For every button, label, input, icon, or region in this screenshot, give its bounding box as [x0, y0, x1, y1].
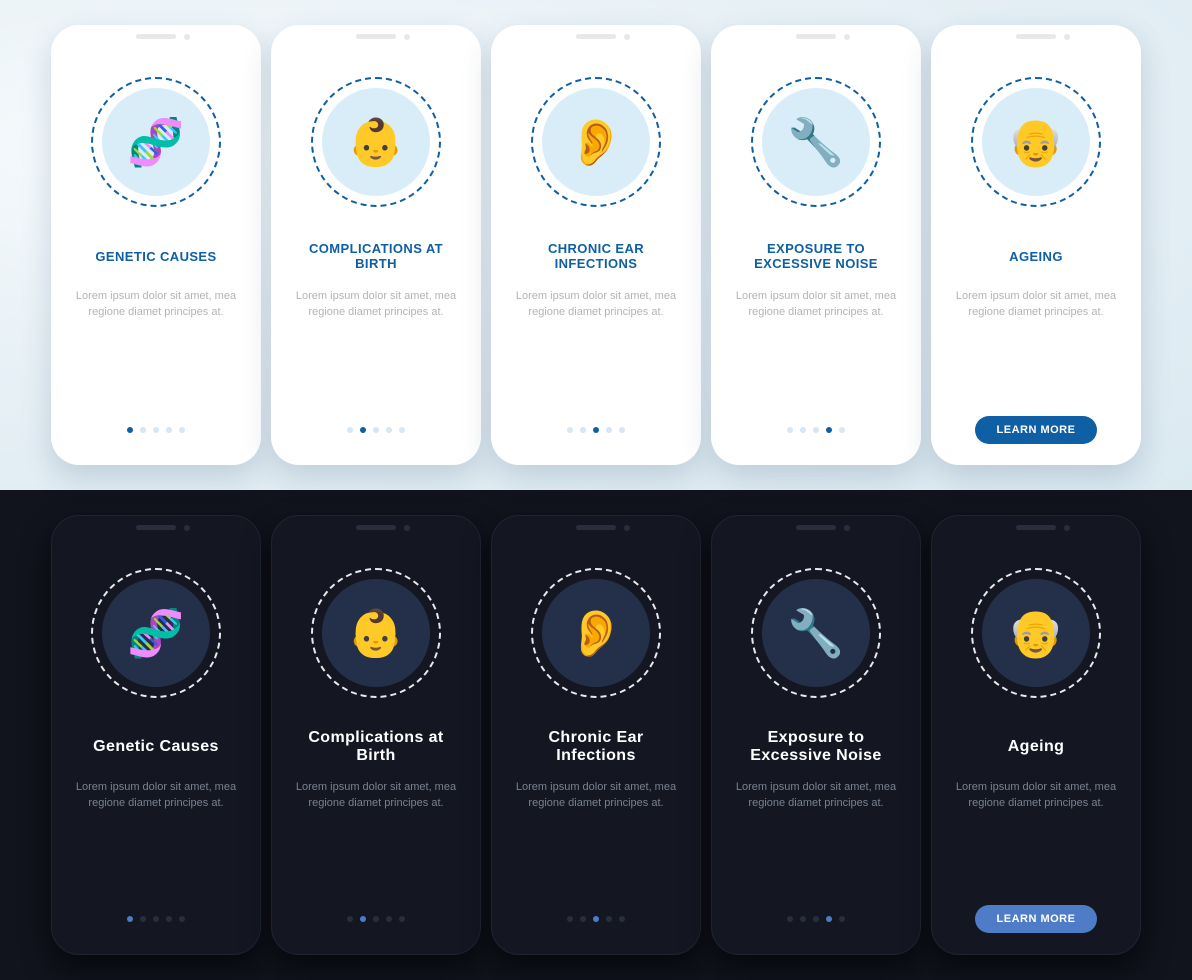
phone-card: 👂 Chronic Ear Infections Lorem ipsum dol…: [491, 515, 701, 955]
phone-card: 👶 COMPLICATIONS AT BIRTH Lorem ipsum dol…: [271, 25, 481, 465]
phone-card: 👂 CHRONIC EAR INFECTIONS Lorem ipsum dol…: [491, 25, 701, 465]
card-body: Lorem ipsum dolor sit amet, mea regione …: [728, 780, 904, 812]
phone-card: 🧬 Genetic Causes Lorem ipsum dolor sit a…: [51, 515, 261, 955]
card-footer: LEARN MORE: [948, 904, 1124, 934]
illustration-circle: 👴: [971, 568, 1101, 698]
page-dots[interactable]: [787, 427, 845, 433]
card-body: Lorem ipsum dolor sit amet, mea regione …: [727, 289, 905, 321]
card-title: EXPOSURE TO EXCESSIVE NOISE: [727, 237, 905, 275]
phone-card: 👴 Ageing Lorem ipsum dolor sit amet, mea…: [931, 515, 1141, 955]
card-footer: [288, 904, 464, 934]
card-footer: [728, 904, 904, 934]
card-footer: [287, 415, 465, 445]
ageing-icon: 👴: [982, 579, 1090, 687]
dna-icon: 🧬: [102, 579, 210, 687]
noise-icon: 🔧: [762, 579, 870, 687]
illustration-circle: 🔧: [751, 568, 881, 698]
page-dots[interactable]: [567, 916, 625, 922]
dark-section: 🧬 Genetic Causes Lorem ipsum dolor sit a…: [0, 490, 1192, 980]
phone-card: 🧬 GENETIC CAUSES Lorem ipsum dolor sit a…: [51, 25, 261, 465]
light-section: 🧬 GENETIC CAUSES Lorem ipsum dolor sit a…: [0, 0, 1192, 490]
card-title: CHRONIC EAR INFECTIONS: [507, 237, 685, 275]
card-body: Lorem ipsum dolor sit amet, mea regione …: [68, 780, 244, 812]
card-body: Lorem ipsum dolor sit amet, mea regione …: [507, 289, 685, 321]
illustration-circle: 🧬: [91, 77, 221, 207]
illustration-circle: 👂: [531, 568, 661, 698]
dna-icon: 🧬: [102, 88, 210, 196]
card-body: Lorem ipsum dolor sit amet, mea regione …: [287, 289, 465, 321]
page-dots[interactable]: [567, 427, 625, 433]
card-title: GENETIC CAUSES: [91, 237, 220, 275]
card-footer: [68, 904, 244, 934]
card-title: Chronic Ear Infections: [508, 728, 684, 766]
learn-more-button[interactable]: LEARN MORE: [975, 416, 1098, 444]
card-footer: [727, 415, 905, 445]
phone-card: 👶 Complications at Birth Lorem ipsum dol…: [271, 515, 481, 955]
learn-more-button[interactable]: LEARN MORE: [975, 905, 1098, 933]
card-title: Exposure to Excessive Noise: [728, 728, 904, 766]
card-footer: LEARN MORE: [947, 415, 1125, 445]
card-body: Lorem ipsum dolor sit amet, mea regione …: [948, 780, 1124, 812]
card-title: Ageing: [1004, 728, 1069, 766]
card-body: Lorem ipsum dolor sit amet, mea regione …: [67, 289, 245, 321]
card-title: AGEING: [1005, 237, 1067, 275]
illustration-circle: 👴: [971, 77, 1101, 207]
page-dots[interactable]: [347, 916, 405, 922]
illustration-circle: 🔧: [751, 77, 881, 207]
ear-icon: 👂: [542, 579, 650, 687]
card-body: Lorem ipsum dolor sit amet, mea regione …: [288, 780, 464, 812]
card-body: Lorem ipsum dolor sit amet, mea regione …: [508, 780, 684, 812]
card-footer: [67, 415, 245, 445]
illustration-circle: 👂: [531, 77, 661, 207]
phone-card: 🔧 EXPOSURE TO EXCESSIVE NOISE Lorem ipsu…: [711, 25, 921, 465]
page-dots[interactable]: [127, 916, 185, 922]
noise-icon: 🔧: [762, 88, 870, 196]
phone-card: 🔧 Exposure to Excessive Noise Lorem ipsu…: [711, 515, 921, 955]
page-dots[interactable]: [347, 427, 405, 433]
illustration-circle: 🧬: [91, 568, 221, 698]
illustration-circle: 👶: [311, 77, 441, 207]
page-dots[interactable]: [787, 916, 845, 922]
card-title: Complications at Birth: [288, 728, 464, 766]
card-footer: [507, 415, 685, 445]
baby-icon: 👶: [322, 579, 430, 687]
illustration-circle: 👶: [311, 568, 441, 698]
phone-card: 👴 AGEING Lorem ipsum dolor sit amet, mea…: [931, 25, 1141, 465]
ageing-icon: 👴: [982, 88, 1090, 196]
baby-icon: 👶: [322, 88, 430, 196]
card-title: COMPLICATIONS AT BIRTH: [287, 237, 465, 275]
card-footer: [508, 904, 684, 934]
card-body: Lorem ipsum dolor sit amet, mea regione …: [947, 289, 1125, 321]
page-dots[interactable]: [127, 427, 185, 433]
card-title: Genetic Causes: [89, 728, 223, 766]
ear-icon: 👂: [542, 88, 650, 196]
